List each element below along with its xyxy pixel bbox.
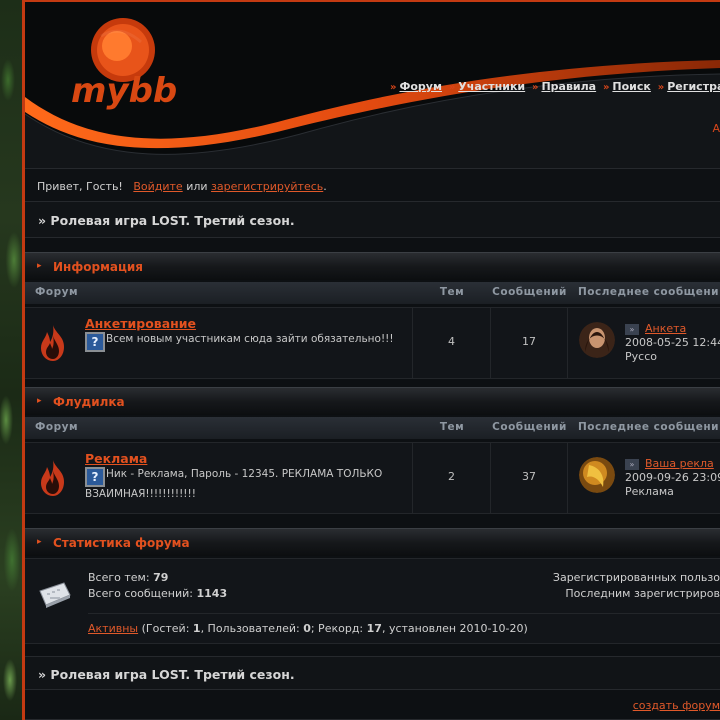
mybb-logo: mybb bbox=[71, 18, 177, 110]
category-header[interactable]: ▸ Флудилка bbox=[25, 387, 720, 415]
topic-count: 4 bbox=[413, 308, 491, 378]
col-last-post: Последнее сообщени bbox=[578, 286, 719, 298]
question-icon: ? bbox=[85, 467, 105, 487]
col-posts: Сообщений bbox=[492, 421, 567, 433]
users-count: 0 bbox=[303, 622, 311, 635]
active-users-link[interactable]: Активны bbox=[88, 622, 138, 635]
total-posts-value: 1143 bbox=[196, 587, 228, 600]
last-post-date: 2008-05-25 12:44 bbox=[625, 336, 720, 349]
last-post-user: Руссо bbox=[625, 350, 657, 363]
nav-rules[interactable]: Правила bbox=[541, 80, 596, 93]
greeting-bar: Привет, Гость! Войдите или зарегистрируй… bbox=[25, 168, 720, 202]
topic-count: 2 bbox=[413, 443, 491, 513]
post-count: 37 bbox=[491, 443, 568, 513]
forum-description: Ник - Реклама, Пароль - 12345. РЕКЛАМА Т… bbox=[85, 468, 383, 500]
total-posts-label: Всего сообщений: bbox=[88, 587, 193, 600]
post-count: 17 bbox=[491, 308, 568, 378]
login-link[interactable]: Войдите bbox=[133, 180, 182, 193]
keyboard-icon bbox=[39, 582, 71, 608]
registered-users-label: Зарегистрированных пользо bbox=[552, 571, 720, 584]
breadcrumb-bottom[interactable]: » Ролевая игра LOST. Третий сезон. bbox=[25, 656, 720, 690]
col-topics: Тем bbox=[439, 421, 465, 433]
svg-text:mybb: mybb bbox=[71, 71, 177, 110]
main-nav: » Форум » Участники » Правила » Поиск » Регис… bbox=[387, 80, 720, 93]
greeting-or: или bbox=[186, 180, 208, 193]
chevron-right-icon: ▸ bbox=[37, 537, 42, 547]
question-icon: ? bbox=[85, 332, 105, 352]
avatar bbox=[579, 322, 615, 358]
chevron-right-icon: ▸ bbox=[37, 261, 42, 271]
nav-forum[interactable]: Форум bbox=[399, 80, 442, 93]
col-last-post: Последнее сообщени bbox=[578, 421, 719, 433]
flame-icon bbox=[41, 460, 64, 496]
register-link[interactable]: зарегистрируйтесь bbox=[211, 180, 323, 193]
nav-search[interactable]: Поиск bbox=[612, 80, 650, 93]
last-post-link[interactable]: Анкета bbox=[645, 322, 686, 335]
header: mybb » Форум » Участники » Правила » Поиск »… bbox=[25, 0, 720, 168]
flame-icon bbox=[41, 325, 64, 361]
table-header: Форум Тем Сообщений Последнее сообщени bbox=[25, 417, 720, 439]
col-topics: Тем bbox=[439, 286, 465, 298]
jungle-background bbox=[0, 0, 24, 720]
guests-count: 1 bbox=[192, 622, 201, 635]
forum-page: mybb » Форум » Участники » Правила » Поиск »… bbox=[25, 0, 720, 720]
category-header[interactable]: ▸ Информация bbox=[25, 252, 720, 280]
category-title: Флудилка bbox=[53, 395, 125, 409]
header-right-text: А bbox=[712, 122, 720, 135]
total-topics-label: Всего тем: bbox=[88, 571, 150, 584]
forum-title-link[interactable]: Анкетирование bbox=[85, 316, 408, 331]
col-posts: Сообщений bbox=[492, 286, 567, 298]
greeting-suffix: . bbox=[323, 180, 327, 193]
stats-header[interactable]: ▸ Статистика форума bbox=[25, 528, 720, 556]
table-header: Форум Тем Сообщений Последнее сообщени bbox=[25, 282, 720, 304]
greeting-text: Привет, Гость! bbox=[37, 180, 123, 193]
forum-row: Реклама ? Ник - Реклама, Пароль - 12345. … bbox=[25, 442, 720, 514]
last-post-date: 2009-09-26 23:09 bbox=[625, 471, 720, 484]
col-forum: Форум bbox=[35, 286, 79, 298]
breadcrumb[interactable]: » Ролевая игра LOST. Третий сезон. bbox=[25, 202, 720, 238]
footer: создать форум bbox=[25, 690, 720, 720]
col-forum: Форум bbox=[35, 421, 79, 433]
nav-members[interactable]: Участники bbox=[458, 80, 525, 93]
total-topics-value: 79 bbox=[153, 571, 169, 584]
chevron-right-icon: ▸ bbox=[37, 396, 42, 406]
create-forum-link[interactable]: создать форум bbox=[633, 699, 720, 712]
online-stats: Активны (Гостей: 1, Пользователей: 0; Ре… bbox=[88, 622, 528, 635]
forum-description: Всем новым участникам сюда зайти обязате… bbox=[106, 333, 394, 345]
last-post-link[interactable]: Ваша рекла bbox=[645, 457, 714, 470]
stats-panel: Всего тем: 79 Всего сообщений: 1143 Заре… bbox=[25, 558, 720, 644]
nav-register[interactable]: Регистра bbox=[667, 80, 720, 93]
avatar bbox=[579, 457, 615, 493]
record-count: 17 bbox=[366, 622, 382, 635]
forum-row: Анкетирование ? Всем новым участникам сюд… bbox=[25, 307, 720, 379]
forum-title-link[interactable]: Реклама bbox=[85, 451, 408, 466]
last-registered-label: Последним зарегистриров bbox=[565, 587, 720, 600]
go-to-post-icon[interactable]: » bbox=[625, 324, 639, 335]
category-title: Информация bbox=[53, 260, 143, 274]
last-post-user: Реклама bbox=[625, 485, 674, 498]
stats-title: Статистика форума bbox=[53, 536, 190, 550]
go-to-post-icon[interactable]: » bbox=[625, 459, 639, 470]
